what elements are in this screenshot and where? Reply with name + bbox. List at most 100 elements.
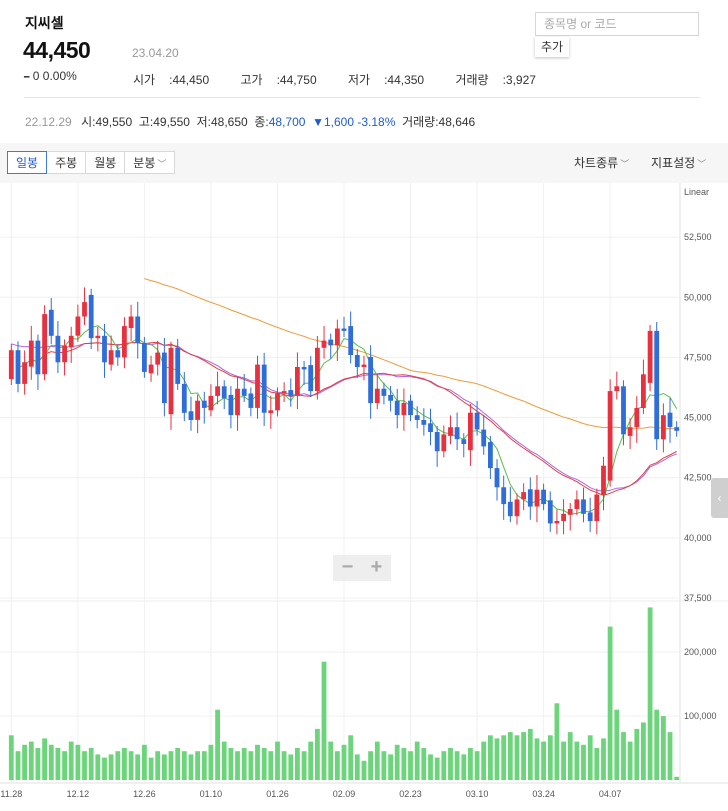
candle-body (627, 427, 633, 436)
candle-body (35, 340, 41, 375)
candle-body (547, 500, 553, 524)
search-input[interactable] (535, 12, 699, 36)
chevron-down-icon: ﹀ (697, 159, 707, 169)
candle-body (55, 335, 61, 363)
hover-high: 49,550 (153, 115, 190, 129)
volume-bar (201, 751, 207, 780)
price-tick-label: 37,500 (684, 593, 712, 603)
candle-body (275, 393, 280, 411)
candle-body (162, 352, 167, 404)
candle-body (308, 365, 314, 392)
candle-body (261, 364, 267, 413)
chevron-left-icon: ‹ (717, 491, 722, 505)
volume-bar (22, 744, 27, 780)
candle-body (248, 393, 254, 408)
volume-bar (408, 751, 413, 780)
volume-value: 3,927 (505, 73, 536, 87)
hover-close-label: 종 (254, 115, 266, 129)
volume-bar (28, 741, 34, 780)
chart-type-label: 차트종류 (574, 156, 619, 170)
volume-bar (301, 751, 307, 780)
price-tick-label: 42,500 (684, 473, 712, 483)
candle-body (361, 364, 367, 367)
volume-bar (208, 744, 214, 780)
volume-bar (281, 751, 287, 780)
volume-bar (381, 751, 387, 780)
volume-bar (507, 732, 513, 780)
candle-body (514, 499, 520, 517)
date-tick-label: 04.07 (599, 789, 622, 799)
candle-body (428, 423, 433, 432)
volume-bar (594, 748, 600, 780)
chevron-down-icon: ﹀ (157, 159, 167, 169)
side-panel-toggle[interactable]: ‹ (711, 478, 728, 518)
stock-chart[interactable]: Linear 11.28 12.12 12.26 01.10 01.26 02.09 02.… (0, 183, 728, 811)
volume-bar (115, 751, 121, 780)
volume-bar (335, 751, 340, 780)
candle-body (208, 395, 214, 411)
candle-body (235, 388, 240, 416)
volume-bar (661, 716, 666, 780)
tab-daily[interactable]: 일봉 (7, 151, 48, 174)
volume-bar (434, 757, 440, 780)
volume-bar (275, 741, 280, 780)
candle-body (95, 335, 101, 339)
chevron-down-icon: ﹀ (620, 159, 630, 169)
period-tabs: 일봉 주봉 월봉 분봉 ﹀ (7, 151, 176, 174)
chart-toolbar: 일봉 주봉 월봉 분봉 ﹀ 차트종류 ﹀ 지표설정 ﹀ (0, 143, 728, 183)
zoom-out-button[interactable]: − (333, 555, 362, 581)
volume-tick-label: 100,000 (684, 711, 717, 721)
volume-bar (55, 748, 61, 780)
tab-minute-label: 분봉 (133, 156, 156, 170)
chart-type-menu[interactable]: 차트종류 ﹀ (574, 154, 629, 171)
candle-body (461, 439, 467, 444)
candle-body (75, 316, 81, 336)
hover-close: 48,700 (268, 115, 306, 129)
volume-bar (35, 748, 41, 780)
candle-body (142, 343, 147, 372)
add-button[interactable]: 추가 (535, 37, 569, 57)
volume-bar (135, 754, 141, 780)
tab-weekly[interactable]: 주봉 (46, 151, 87, 174)
hover-date: 22.12.29 (25, 115, 72, 129)
volume-bar (108, 754, 114, 780)
candle-body (88, 294, 94, 339)
volume-bar (181, 751, 187, 780)
ma20-line (31, 341, 677, 496)
candle-body (661, 415, 666, 440)
date-tick-label: 02.23 (399, 789, 422, 799)
volume-bar (647, 607, 653, 780)
current-price: 44,450 (23, 37, 91, 63)
tab-monthly[interactable]: 월봉 (85, 151, 126, 174)
volume-bar (514, 735, 520, 781)
volume-bar (248, 751, 254, 780)
candle-body (215, 386, 220, 396)
candle-body (241, 388, 247, 396)
date-tick-label: 12.26 (133, 789, 156, 799)
date-tick-label: 12.12 (67, 789, 90, 799)
volume-bar (547, 735, 553, 781)
candle-body (521, 492, 526, 500)
candle-body (394, 400, 400, 416)
candle-body (454, 427, 460, 440)
volume-bar (95, 754, 101, 780)
candle-body (181, 383, 187, 413)
volume-bar (341, 744, 347, 780)
candle-body (201, 400, 207, 408)
volume-bar (641, 722, 646, 780)
zoom-in-button[interactable]: + (362, 555, 391, 581)
tab-minute[interactable]: 분봉 ﹀ (124, 151, 176, 174)
volume-bar (521, 732, 526, 780)
indicator-menu[interactable]: 지표설정 ﹀ (651, 154, 706, 171)
volume-bar (561, 741, 566, 780)
volume-bar (195, 751, 200, 780)
candle-body (408, 400, 413, 416)
candle-body (434, 432, 440, 452)
candle-body (295, 367, 300, 396)
candle-body (102, 335, 107, 363)
volume-bar (261, 748, 267, 780)
date-tick-label: 01.26 (266, 789, 289, 799)
candle-body (228, 394, 234, 416)
volume-bar (441, 751, 447, 780)
price-tick-label: 45,000 (684, 413, 712, 423)
